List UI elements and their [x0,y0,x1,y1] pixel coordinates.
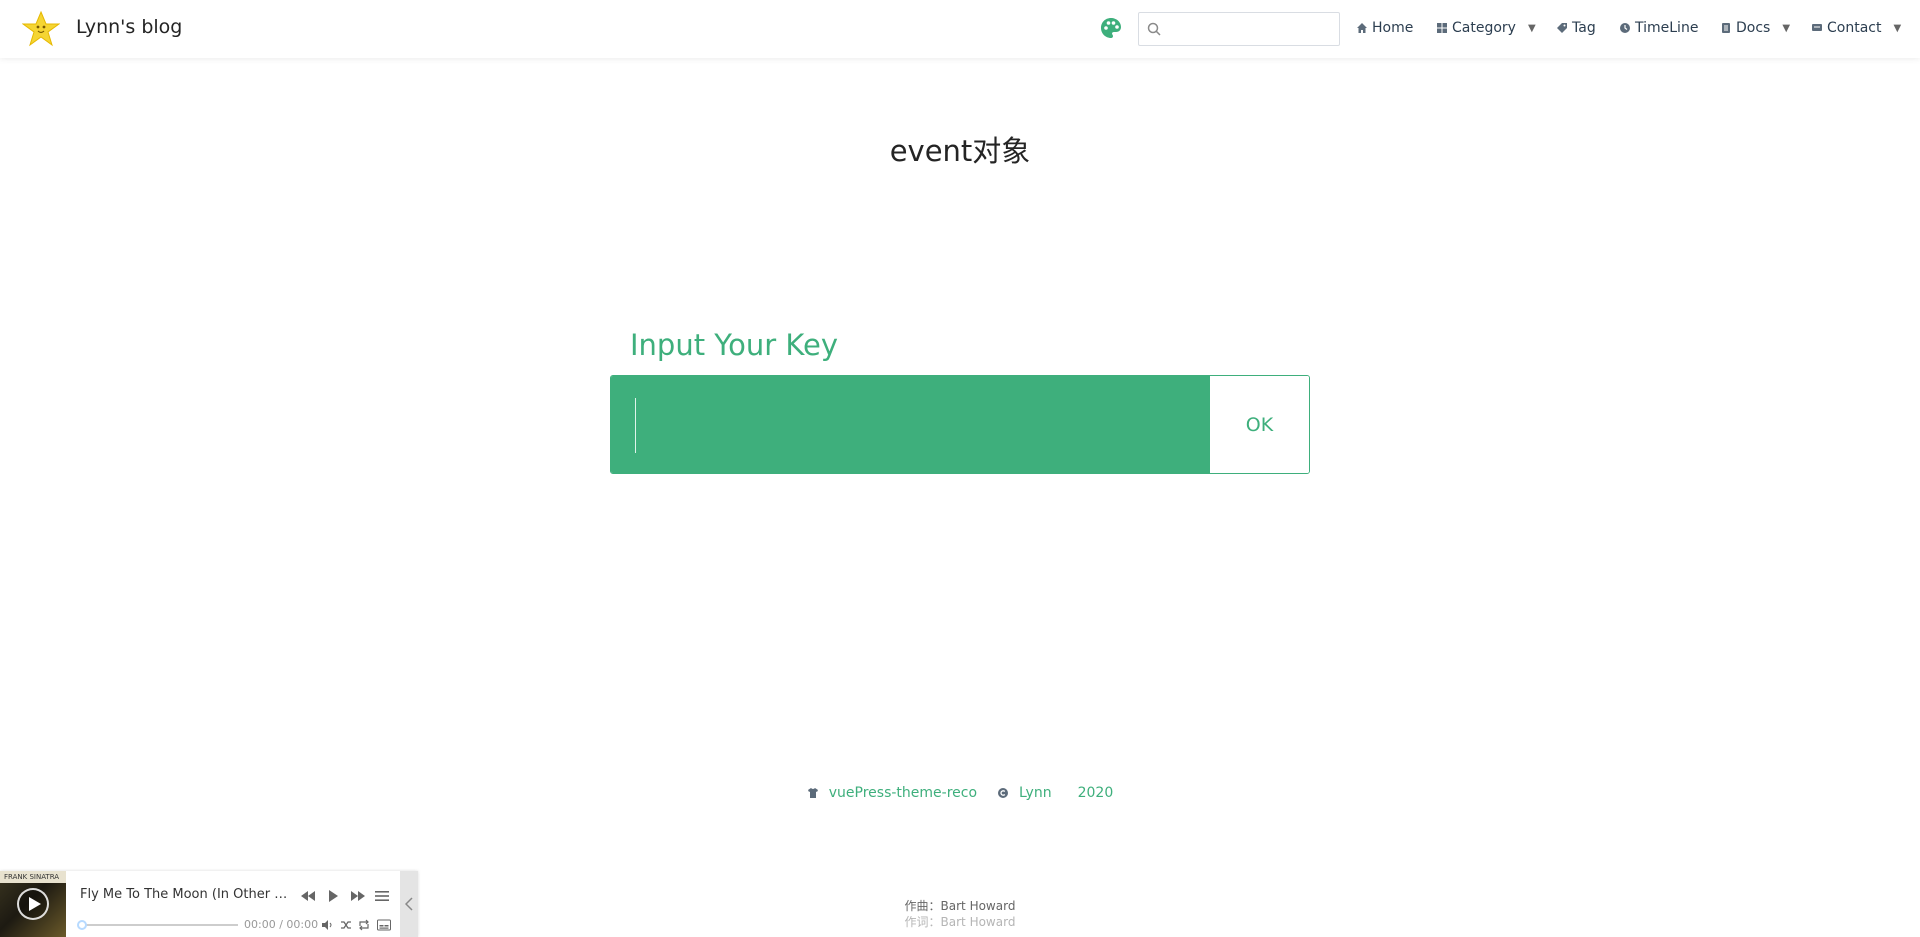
tag-icon [1557,23,1567,33]
nav-docs[interactable]: Docs ▼ [1720,20,1790,36]
document-icon [1722,23,1730,33]
nav-home-label: Home [1372,20,1414,36]
nav-contact-label: Contact [1827,20,1882,36]
navbar: Lynn's blog Home Category ▼ Tag TimeLine… [0,0,1920,58]
progress-bar[interactable] [77,920,238,930]
play-overlay-icon[interactable] [17,888,49,920]
chevron-down-icon: ▼ [1527,22,1536,34]
palette-icon[interactable] [1100,17,1122,39]
footer: vuePress-theme-reco Lynn 2020 [0,785,1920,801]
shuffle-icon[interactable] [340,919,352,931]
album-cover-text: FRANK SINATRA [0,871,66,883]
copyright-year: 2020 [1077,785,1114,801]
nav-home[interactable]: Home [1356,20,1413,36]
author-link[interactable]: Lynn [1019,785,1052,801]
next-icon[interactable] [350,889,366,903]
nav-tag[interactable]: Tag [1556,20,1596,36]
theme-link[interactable]: vuePress-theme-reco [829,785,977,801]
copyright-icon [998,788,1009,798]
nav-contact[interactable]: Contact ▼ [1811,20,1901,36]
nav-timeline-label: TimeLine [1635,20,1699,36]
nav-docs-label: Docs [1736,20,1771,36]
star-logo-icon[interactable] [22,10,60,48]
message-icon [1812,24,1822,31]
progress-thumb[interactable] [77,920,87,930]
grid-icon [1437,23,1447,33]
clock-icon [1620,23,1630,33]
nav-tag-label: Tag [1572,20,1596,36]
music-player: FRANK SINATRA Fly Me To The Moon (In Oth… [0,871,418,937]
ok-button[interactable]: OK [1209,376,1309,473]
time-display: 00:00 / 00:00 [244,918,319,931]
page-title: event对象 [889,134,1031,168]
search-input[interactable] [1167,17,1335,41]
shirt-icon [807,788,818,798]
key-label: Input Your Key [630,328,839,362]
search-box[interactable] [1138,12,1340,46]
nav-timeline[interactable]: TimeLine [1619,20,1698,36]
key-input[interactable] [611,376,1209,473]
player-collapse-button[interactable] [400,871,418,937]
chevron-left-icon [405,897,413,911]
chevron-down-icon: ▼ [1782,22,1791,34]
key-form: OK [610,375,1310,474]
repeat-icon[interactable] [358,919,370,931]
volume-icon[interactable] [321,919,333,931]
site-title[interactable]: Lynn's blog [76,16,182,38]
lyrics-toggle-icon[interactable] [377,919,391,931]
nav-category-label: Category [1452,20,1516,36]
text-cursor [635,398,636,453]
play-icon[interactable] [326,889,340,903]
previous-icon[interactable] [300,889,316,903]
nav-category[interactable]: Category ▼ [1436,20,1536,36]
song-title: Fly Me To The Moon (In Other … [80,887,288,902]
search-icon [1147,22,1161,36]
home-icon [1357,23,1367,33]
chevron-down-icon: ▼ [1893,22,1902,34]
playlist-menu-icon[interactable] [375,889,389,903]
album-cover[interactable]: FRANK SINATRA [0,871,66,937]
